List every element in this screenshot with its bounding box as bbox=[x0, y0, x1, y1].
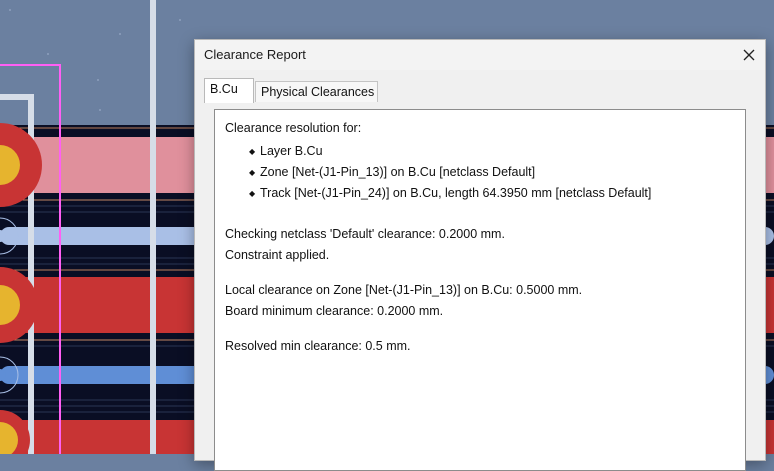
netclass-check: Checking netclass 'Default' clearance: 0… bbox=[225, 227, 505, 241]
dialog-titlebar[interactable]: Clearance Report bbox=[195, 40, 765, 70]
report-item-zone: Zone [Net-(J1-Pin_13)] on B.Cu [netclass… bbox=[249, 165, 535, 179]
report-item-text: Layer B.Cu bbox=[260, 144, 323, 158]
report-item-text: Track [Net-(J1-Pin_24)] on B.Cu, length … bbox=[260, 186, 652, 200]
track-vertical-1[interactable] bbox=[150, 0, 156, 454]
close-button[interactable] bbox=[733, 40, 765, 70]
board-minimum-clearance: Board minimum clearance: 0.2000 mm. bbox=[225, 304, 444, 318]
report-item-text: Zone [Net-(J1-Pin_13)] on B.Cu [netclass… bbox=[260, 165, 536, 179]
report-item-layer: Layer B.Cu bbox=[249, 144, 323, 158]
local-clearance: Local clearance on Zone [Net-(J1-Pin_13)… bbox=[225, 283, 583, 297]
close-icon bbox=[743, 49, 755, 61]
report-panel[interactable]: Clearance resolution for: Layer B.Cu Zon… bbox=[214, 109, 746, 471]
tab-physical-clearances[interactable]: Physical Clearances bbox=[255, 81, 378, 102]
tab-b-cu[interactable]: B.Cu bbox=[204, 78, 254, 103]
report-item-track: Track [Net-(J1-Pin_24)] on B.Cu, length … bbox=[249, 186, 651, 200]
clearance-report-dialog[interactable]: Clearance Report B.Cu Physical Clearance… bbox=[194, 39, 766, 471]
constraint-applied: Constraint applied. bbox=[225, 248, 330, 262]
dialog-title: Clearance Report bbox=[204, 47, 306, 62]
report-heading: Clearance resolution for: bbox=[225, 121, 362, 135]
resolved-clearance: Resolved min clearance: 0.5 mm. bbox=[225, 339, 411, 353]
